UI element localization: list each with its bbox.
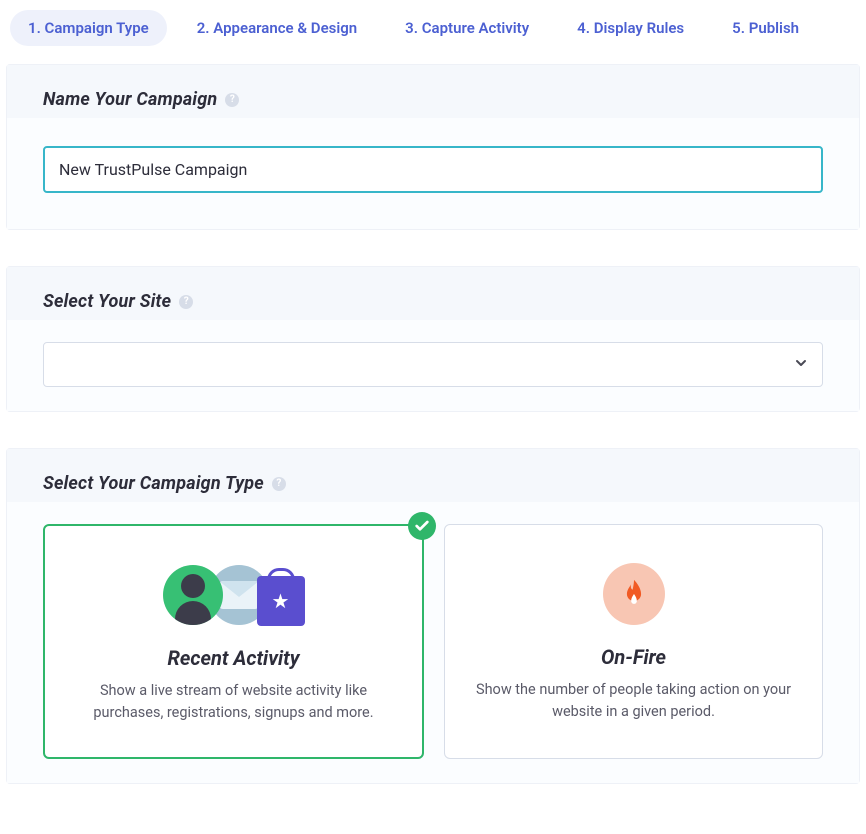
tab-display-rules[interactable]: 4. Display Rules (559, 10, 702, 46)
section-body: ★ Recent Activity Show a live stream of … (7, 502, 859, 783)
card-title: Recent Activity (73, 646, 394, 670)
help-icon[interactable]: ? (225, 93, 239, 107)
on-fire-illustration (473, 559, 794, 629)
campaign-type-cards: ★ Recent Activity Show a live stream of … (43, 524, 823, 759)
section-title: Select Your Site (43, 291, 171, 312)
wizard-steps: 1. Campaign Type 2. Appearance & Design … (6, 10, 860, 64)
campaign-type-card-on-fire[interactable]: On-Fire Show the number of people taking… (444, 524, 823, 759)
card-title: On-Fire (473, 645, 794, 669)
section-header: Select Your Campaign Type ? (7, 449, 859, 502)
avatar-icon (163, 565, 223, 625)
site-select[interactable] (43, 342, 823, 387)
section-title: Select Your Campaign Type (43, 473, 264, 494)
campaign-name-input[interactable] (43, 146, 823, 193)
section-name-campaign: Name Your Campaign ? (6, 64, 860, 230)
section-header: Name Your Campaign ? (7, 65, 859, 118)
shopping-bag-icon: ★ (257, 576, 305, 626)
tab-capture-activity[interactable]: 3. Capture Activity (387, 10, 547, 46)
card-description: Show a live stream of website activity l… (73, 680, 394, 725)
tab-campaign-type[interactable]: 1. Campaign Type (10, 10, 167, 46)
flame-icon (603, 563, 665, 625)
section-campaign-type: Select Your Campaign Type ? ★ (6, 448, 860, 784)
section-body (7, 320, 859, 411)
site-select-wrap (43, 342, 823, 387)
help-icon[interactable]: ? (272, 477, 286, 491)
card-description: Show the number of people taking action … (473, 679, 794, 724)
tab-publish[interactable]: 5. Publish (714, 10, 817, 46)
help-icon[interactable]: ? (179, 295, 193, 309)
section-select-site: Select Your Site ? (6, 266, 860, 412)
section-body (7, 118, 859, 229)
section-header: Select Your Site ? (7, 267, 859, 320)
recent-activity-illustration: ★ (73, 560, 394, 630)
check-icon (408, 512, 436, 540)
tab-appearance-design[interactable]: 2. Appearance & Design (179, 10, 375, 46)
campaign-type-card-recent-activity[interactable]: ★ Recent Activity Show a live stream of … (43, 524, 424, 759)
section-title: Name Your Campaign (43, 89, 217, 110)
